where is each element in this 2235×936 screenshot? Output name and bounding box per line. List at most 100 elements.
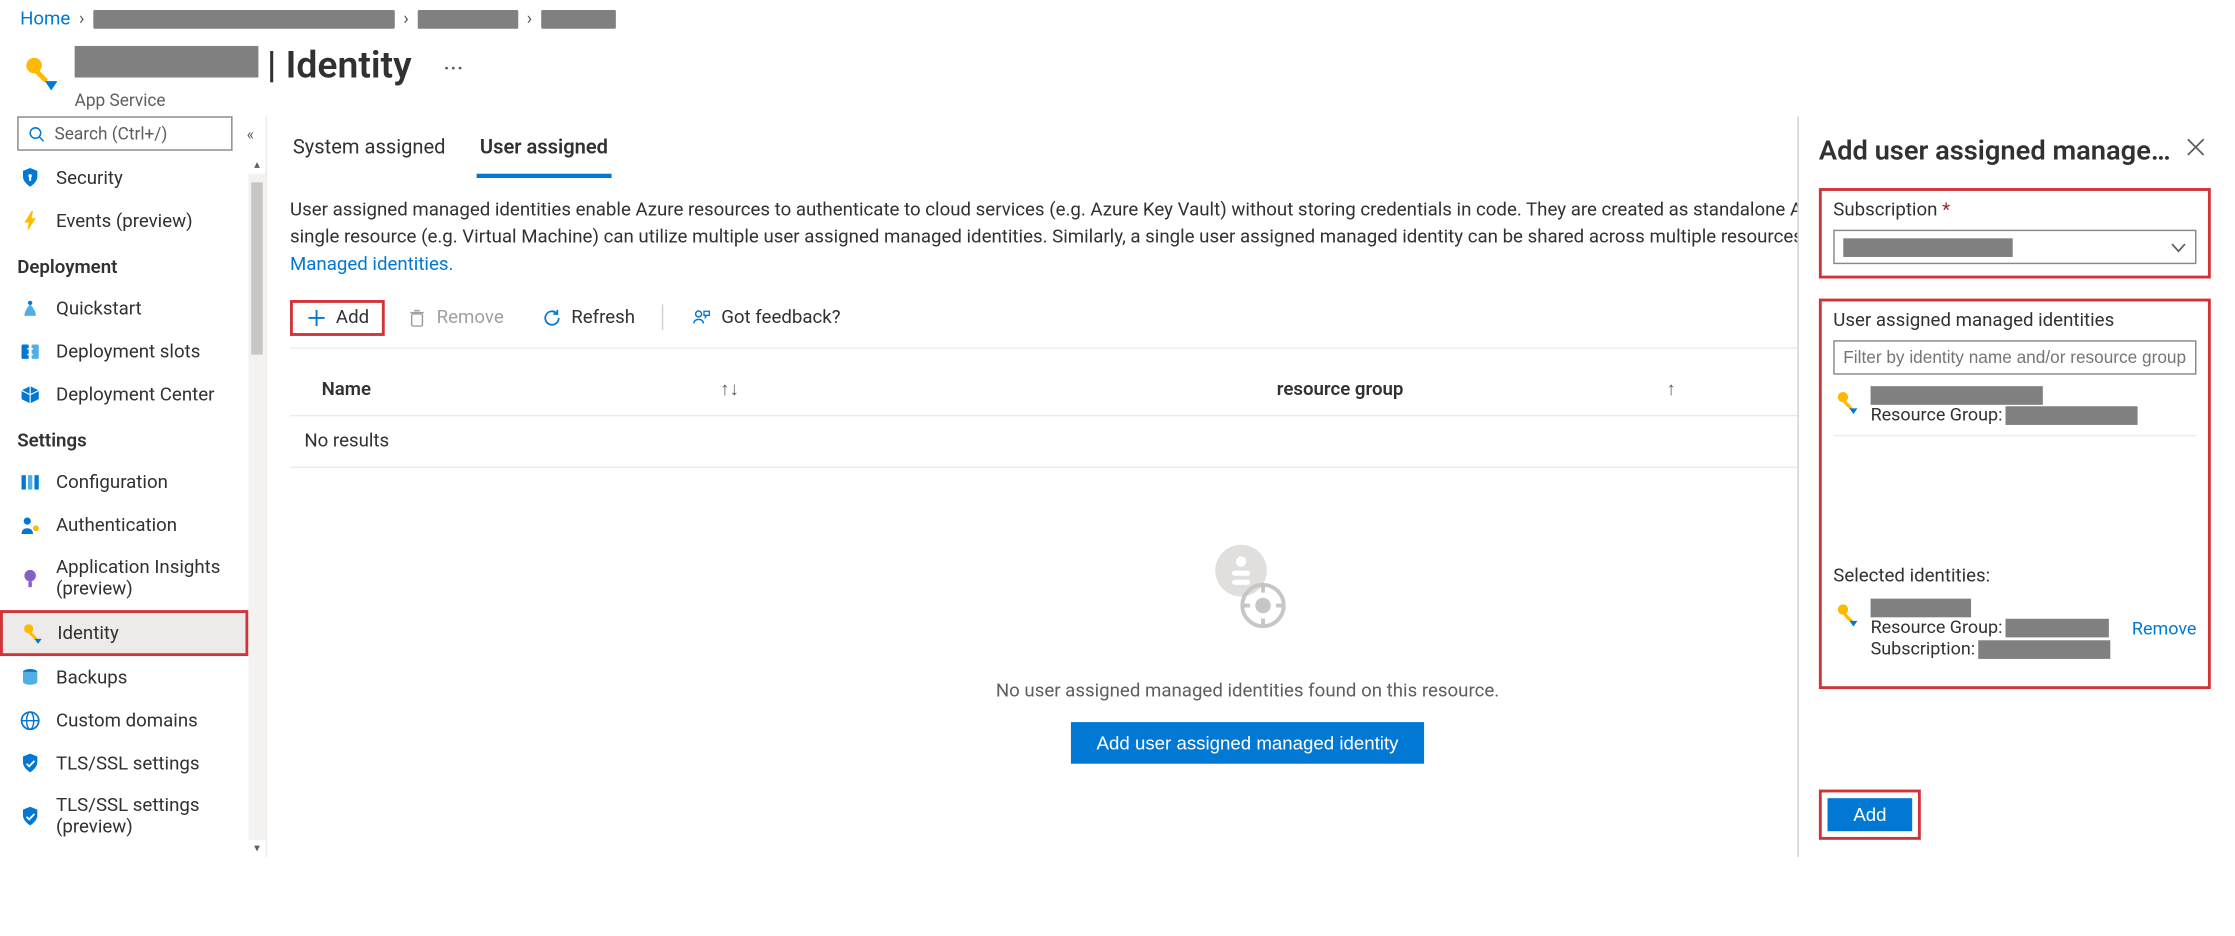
selected-identity-name-redacted	[1871, 599, 1971, 618]
add-identity-flyout: Add user assigned managed i… Subscriptio…	[1797, 116, 2228, 857]
globe-icon	[19, 709, 42, 732]
rg-value-redacted	[2005, 406, 2137, 425]
breadcrumb-item-redacted-1[interactable]	[93, 10, 394, 29]
feedback-icon	[691, 307, 713, 329]
sidebar-item-authentication[interactable]: Authentication	[0, 504, 248, 547]
resource-group-label: Resource Group:	[1871, 617, 2003, 639]
flyout-identities-section: User assigned managed identities Resourc…	[1819, 299, 2211, 689]
flyout-add-button[interactable]: Add	[1827, 798, 1912, 831]
sidebar-item-tls-ssl-preview[interactable]: TLS/SSL settings (preview)	[0, 785, 248, 848]
sidebar-item-deployment-slots[interactable]: Deployment slots	[0, 330, 248, 373]
sidebar-section-settings: Settings	[0, 416, 248, 461]
breadcrumb-item-redacted-2[interactable]	[417, 10, 517, 29]
sidebar-item-label: Custom domains	[56, 710, 198, 732]
page-title: | Identity	[267, 45, 412, 88]
sidebar-item-configuration[interactable]: Configuration	[0, 461, 248, 504]
col-header-rg[interactable]: resource group	[1277, 378, 1404, 400]
sidebar-item-label: Security	[56, 167, 123, 189]
sort-icon[interactable]: ↑	[1666, 377, 1675, 400]
slots-icon	[19, 340, 42, 363]
title-more-button[interactable]: ···	[437, 55, 469, 85]
col-header-name[interactable]: Name	[322, 378, 371, 400]
breadcrumb-sep: ›	[79, 9, 85, 31]
sidebar-item-label: Deployment slots	[56, 341, 200, 363]
rg-value-redacted	[2005, 619, 2108, 638]
sort-icon[interactable]: ↑↓	[720, 377, 739, 400]
breadcrumb-sep: ›	[403, 9, 409, 31]
resource-type-subtitle: App Service	[75, 90, 470, 110]
feedback-button[interactable]: Got feedback?	[675, 299, 856, 335]
refresh-button-label: Refresh	[571, 307, 635, 329]
add-identity-cta-button[interactable]: Add user assigned managed identity	[1071, 721, 1425, 763]
flyout-add-button-wrapper: Add	[1819, 790, 1921, 840]
sidebar-item-quickstart[interactable]: Quickstart	[0, 287, 248, 330]
authentication-icon	[19, 514, 42, 537]
remove-button: Remove	[391, 299, 520, 335]
subscription-label: Subscription	[1833, 200, 1937, 222]
sidebar-item-label: Quickstart	[56, 298, 142, 320]
deployment-center-icon	[19, 383, 42, 406]
resource-group-label: Resource Group:	[1871, 405, 2003, 427]
quickstart-icon	[19, 297, 42, 320]
sidebar-scrollbar[interactable]: ▴ ▾	[248, 156, 265, 857]
plus-icon	[306, 307, 328, 329]
add-button-label: Add	[336, 307, 369, 329]
chevron-down-icon	[2171, 239, 2187, 255]
trash-icon	[406, 307, 428, 329]
configuration-icon	[19, 471, 42, 494]
scroll-thumb[interactable]	[251, 182, 262, 354]
insights-icon	[19, 567, 42, 590]
sidebar-item-backups[interactable]: Backups	[0, 656, 248, 699]
sidebar-item-events[interactable]: Events (preview)	[0, 200, 248, 243]
sidebar-item-label: Configuration	[56, 472, 168, 494]
resource-name-redacted	[75, 46, 259, 78]
sidebar-item-label: Authentication	[56, 515, 177, 537]
shield-icon	[19, 752, 42, 775]
identity-key-icon	[1833, 389, 1859, 415]
sidebar-item-identity[interactable]: Identity	[0, 610, 248, 656]
tab-system-assigned[interactable]: System assigned	[290, 125, 448, 178]
sidebar-section-deployment: Deployment	[0, 243, 248, 288]
identity-filter-input[interactable]	[1833, 340, 2196, 374]
identity-icon	[20, 622, 43, 645]
refresh-button[interactable]: Refresh	[525, 299, 651, 335]
sub-value-redacted	[1978, 640, 2110, 659]
add-button[interactable]: Add	[290, 299, 385, 335]
remove-identity-link[interactable]: Remove	[2132, 619, 2197, 641]
flyout-subscription-section: Subscription *	[1819, 188, 2211, 278]
empty-state-message: No user assigned managed identities foun…	[996, 680, 1499, 702]
identity-list-item[interactable]: Resource Group:	[1833, 386, 2196, 436]
sidebar-item-custom-domains[interactable]: Custom domains	[0, 699, 248, 742]
sidebar-item-label: Events (preview)	[56, 210, 193, 232]
feedback-button-label: Got feedback?	[721, 307, 840, 329]
sidebar-item-deployment-center[interactable]: Deployment Center	[0, 373, 248, 416]
sidebar-item-label: Application Insights (preview)	[56, 557, 230, 600]
app-service-key-icon	[20, 53, 57, 90]
sidebar-item-security[interactable]: Security	[0, 156, 248, 199]
sidebar-item-tls-ssl[interactable]: TLS/SSL settings	[0, 742, 248, 785]
search-input[interactable]: Search (Ctrl+/)	[17, 116, 232, 150]
remove-button-label: Remove	[437, 307, 504, 329]
breadcrumb-sep: ›	[527, 9, 533, 31]
sidebar-item-application-insights[interactable]: Application Insights (preview)	[0, 547, 248, 610]
selected-identity-item: Resource Group: Subscription: Remove	[1833, 599, 2196, 669]
tab-user-assigned[interactable]: User assigned	[477, 125, 611, 178]
sidebar-item-label: TLS/SSL settings (preview)	[56, 795, 230, 838]
scroll-down-arrow[interactable]: ▾	[248, 840, 265, 857]
scroll-up-arrow[interactable]: ▴	[248, 156, 265, 173]
sidebar-nav: Security Events (preview) Deployment Qui…	[0, 156, 248, 857]
close-icon	[2186, 138, 2205, 157]
collapse-sidebar-button[interactable]: «	[241, 118, 260, 148]
identity-key-icon	[1833, 602, 1859, 628]
flyout-close-button[interactable]	[2181, 131, 2211, 168]
command-separator	[662, 304, 663, 330]
sidebar-item-label: Backups	[56, 667, 127, 689]
page-header: | Identity ··· App Service	[0, 30, 2228, 116]
required-asterisk: *	[1942, 200, 1950, 222]
subscription-dropdown[interactable]	[1833, 230, 2196, 264]
identities-label: User assigned managed identities	[1833, 310, 2196, 332]
security-icon	[19, 167, 42, 190]
breadcrumb-item-redacted-3[interactable]	[541, 10, 616, 29]
breadcrumb-home[interactable]: Home	[20, 9, 70, 31]
shield-icon	[19, 805, 42, 828]
